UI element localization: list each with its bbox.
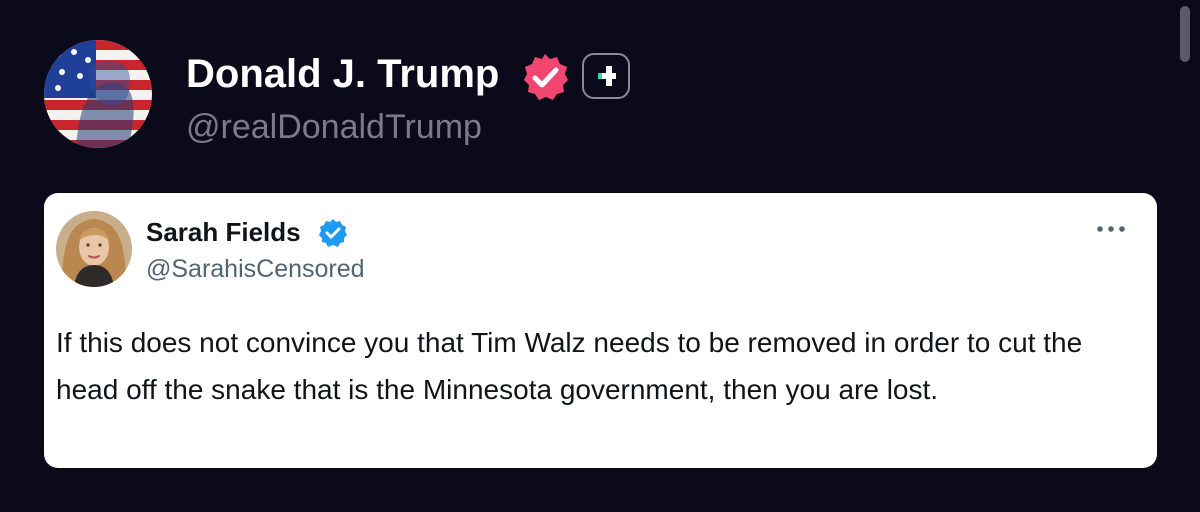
portrait-avatar-icon [56, 211, 132, 287]
plus-badge-icon [598, 66, 616, 86]
flag-portrait-avatar-icon [44, 40, 152, 148]
blue-verified-badge-icon [319, 219, 347, 247]
quoted-author-avatar[interactable] [56, 211, 132, 287]
scrollbar[interactable] [1180, 6, 1190, 62]
quoted-post-text: If this does not convince you that Tim W… [56, 327, 1083, 405]
author-avatar[interactable] [44, 40, 152, 148]
quoted-post-card[interactable]: Sarah Fields @SarahisCensored If this do… [44, 193, 1157, 468]
author-handle[interactable]: @realDonaldTrump [186, 108, 482, 147]
more-options-icon[interactable] [1096, 224, 1126, 234]
subscribe-badge[interactable] [582, 53, 630, 99]
quoted-author-name[interactable]: Sarah Fields [146, 217, 301, 248]
pink-verified-badge-icon [524, 54, 568, 100]
quoted-author-handle[interactable]: @SarahisCensored [146, 255, 365, 284]
author-display-name[interactable]: Donald J. Trump [186, 52, 499, 97]
